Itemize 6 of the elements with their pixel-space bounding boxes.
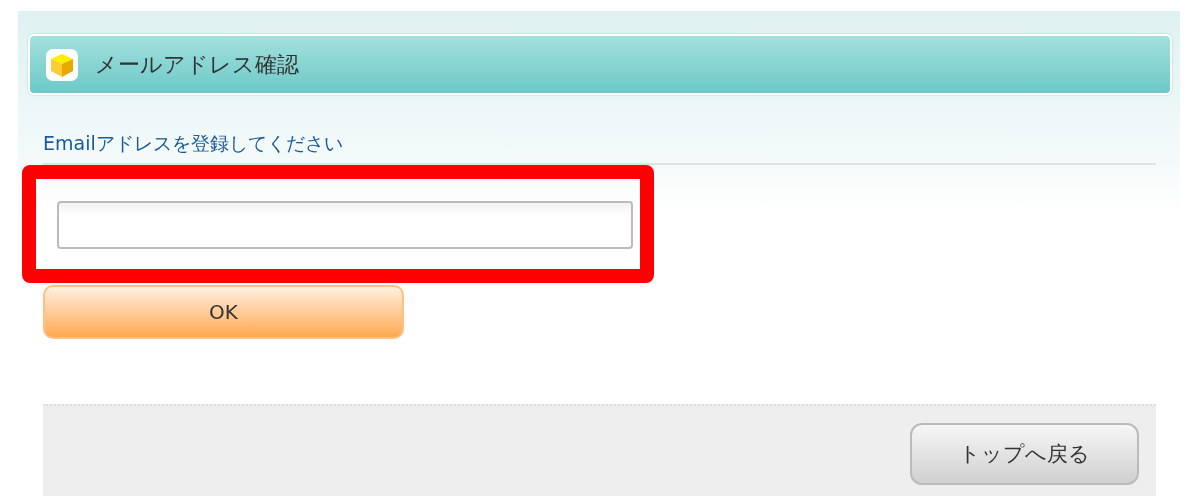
ok-button[interactable]: OK	[43, 285, 404, 339]
back-to-top-button[interactable]: トップへ戻る	[910, 423, 1139, 485]
cube-icon	[45, 47, 79, 82]
field-label: Emailアドレスを登録してください	[43, 131, 1156, 165]
email-field[interactable]	[57, 201, 633, 249]
page-title: メールアドレス確認	[95, 50, 299, 79]
